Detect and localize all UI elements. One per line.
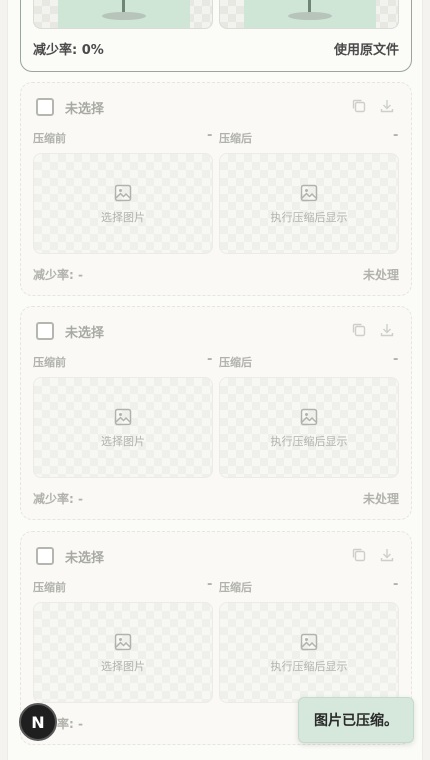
select-image-area[interactable]: 选择图片 [33, 377, 213, 478]
image-icon [114, 408, 132, 426]
select-image-area[interactable]: 选择图片 [33, 602, 213, 703]
process-status: 未处理 [362, 268, 399, 282]
image-icon [300, 184, 318, 202]
image-preview [244, 0, 376, 28]
image-card-active: 减少率: 0% 使用原文件 [20, 0, 412, 72]
select-image-text: 选择图片 [101, 660, 145, 673]
download-icon[interactable] [379, 98, 395, 114]
use-original-button[interactable]: 使用原文件 [334, 39, 399, 58]
before-image-thumbnail[interactable] [33, 0, 213, 29]
before-size-value: - [207, 128, 213, 143]
before-size-label: 压缩前 [33, 356, 66, 369]
copy-icon[interactable] [351, 98, 367, 114]
select-status-label: 未选择 [65, 102, 105, 117]
after-size-value: - [393, 128, 399, 143]
app-logo-button[interactable]: N [19, 703, 57, 741]
before-size-label: 压缩前 [33, 581, 66, 594]
select-image-text: 选择图片 [101, 211, 145, 224]
select-checkbox[interactable] [36, 322, 54, 340]
select-checkbox[interactable] [36, 98, 54, 116]
image-icon [114, 633, 132, 651]
compressed-preview-area: 执行压缩后显示 [219, 153, 399, 254]
select-image-area[interactable]: 选择图片 [33, 153, 213, 254]
select-image-text: 选择图片 [101, 435, 145, 448]
after-placeholder-text: 执行压缩后显示 [270, 435, 348, 448]
image-icon [114, 184, 132, 202]
reduction-rate: 减少率: - [33, 492, 83, 506]
copy-icon[interactable] [351, 547, 367, 563]
toast-notification: 图片已压缩。 [298, 697, 414, 743]
after-size-label: 压缩后 [219, 132, 252, 145]
after-size-value: - [393, 352, 399, 367]
download-icon[interactable] [379, 547, 395, 563]
after-size-value: - [393, 577, 399, 592]
copy-icon[interactable] [351, 322, 367, 338]
after-image-thumbnail[interactable] [219, 0, 399, 29]
select-status-label: 未选择 [65, 326, 105, 341]
before-size-label: 压缩前 [33, 132, 66, 145]
process-status: 未处理 [362, 492, 399, 506]
before-size-value: - [207, 577, 213, 592]
select-checkbox[interactable] [36, 547, 54, 565]
compressed-preview-area: 执行压缩后显示 [219, 602, 399, 703]
after-size-label: 压缩后 [219, 581, 252, 594]
download-icon[interactable] [379, 322, 395, 338]
image-preview [58, 0, 190, 28]
compressed-preview-area: 执行压缩后显示 [219, 377, 399, 478]
page: 减少率: 0% 使用原文件 未选择 压缩前 - 压缩后 - 选择图片 执行压缩后… [7, 0, 423, 760]
image-card-slot: 未选择 压缩前 - 压缩后 - 选择图片 执行压缩后显示 [20, 82, 412, 296]
reduction-rate: 减少率: - [33, 268, 83, 282]
after-size-label: 压缩后 [219, 356, 252, 369]
image-card-slot: 未选择 压缩前 - 压缩后 - 选择图片 执行压缩后显示 [20, 306, 412, 520]
image-icon [300, 408, 318, 426]
before-size-value: - [207, 352, 213, 367]
after-placeholder-text: 执行压缩后显示 [270, 211, 348, 224]
reduction-rate: 减少率: 0% [33, 43, 104, 58]
select-status-label: 未选择 [65, 551, 105, 566]
image-icon [300, 633, 318, 651]
after-placeholder-text: 执行压缩后显示 [270, 660, 348, 673]
